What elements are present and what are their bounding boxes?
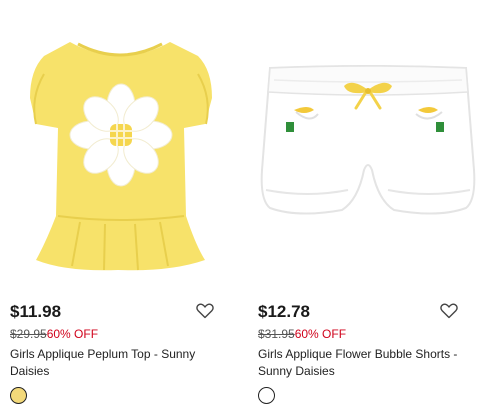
sale-price: $11.98 <box>10 302 62 321</box>
price-row: $29.9560% OFF <box>10 327 98 341</box>
product-card[interactable]: $11.98 $29.9560% OFF Girls Applique Pepl… <box>0 0 240 409</box>
color-swatch[interactable] <box>10 387 27 404</box>
price-row: $31.9560% OFF <box>258 327 346 341</box>
product-title[interactable]: Girls Applique Peplum Top - Sunny Daisie… <box>10 346 236 380</box>
heart-outline-icon[interactable] <box>196 303 214 319</box>
product-title[interactable]: Girls Applique Flower Bubble Shorts - Su… <box>258 346 484 380</box>
color-swatch[interactable] <box>258 387 275 404</box>
product-card[interactable]: $12.78 $31.9560% OFF Girls Applique Flow… <box>248 0 488 409</box>
heart-outline-icon[interactable] <box>440 303 458 319</box>
discount-label: 60% OFF <box>46 327 99 341</box>
sale-price: $12.78 <box>258 302 310 321</box>
original-price: $31.95 <box>258 327 295 341</box>
product-image-peplum-top[interactable] <box>0 20 240 282</box>
original-price: $29.95 <box>10 327 47 341</box>
product-image-bubble-shorts[interactable] <box>248 20 488 282</box>
discount-label: 60% OFF <box>294 327 347 341</box>
